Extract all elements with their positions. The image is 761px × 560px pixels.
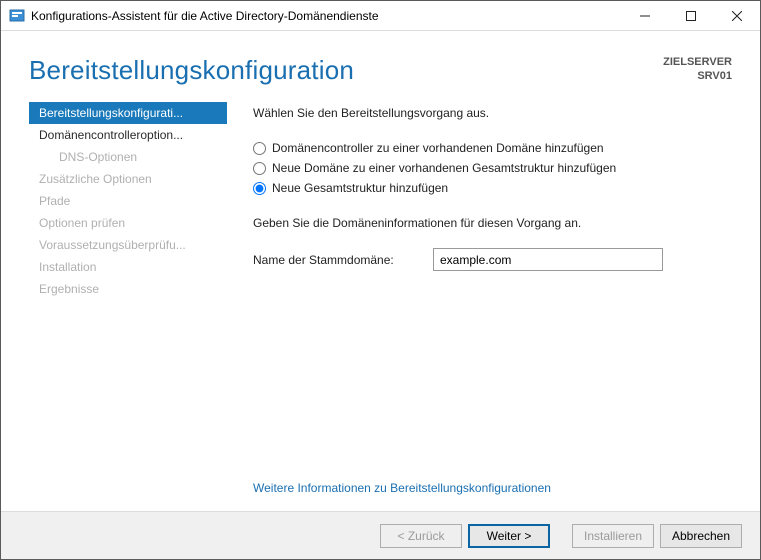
step-prereq-check: Voraussetzungsüberprüfu... <box>29 234 227 256</box>
select-operation-label: Wählen Sie den Bereitstellungsvorgang au… <box>253 106 732 120</box>
wizard-steps: Bereitstellungskonfigurati... Domänencon… <box>29 102 227 511</box>
back-button: < Zurück <box>380 524 462 548</box>
install-button: Installieren <box>572 524 654 548</box>
radio-label: Neue Domäne zu einer vorhandenen Gesamts… <box>272 161 616 175</box>
minimize-button[interactable] <box>622 1 668 31</box>
step-installation: Installation <box>29 256 227 278</box>
cancel-button[interactable]: Abbrechen <box>660 524 742 548</box>
step-paths: Pfade <box>29 190 227 212</box>
titlebar: Konfigurations-Assistent für die Active … <box>1 1 760 31</box>
page-header: Bereitstellungskonfiguration ZIELSERVER … <box>1 31 760 102</box>
target-server: ZIELSERVER SRV01 <box>663 55 732 84</box>
more-info-link[interactable]: Weitere Informationen zu Bereitstellungs… <box>253 481 732 495</box>
step-dc-options[interactable]: Domänencontrolleroption... <box>29 124 227 146</box>
radio-add-new-forest[interactable]: Neue Gesamtstruktur hinzufügen <box>253 178 732 198</box>
next-button[interactable]: Weiter > <box>468 524 550 548</box>
domain-info-label: Geben Sie die Domäneninformationen für d… <box>253 216 732 230</box>
root-domain-label: Name der Stammdomäne: <box>253 253 433 267</box>
radio-add-domain-existing-forest-input[interactable] <box>253 162 266 175</box>
target-server-name: SRV01 <box>663 69 732 83</box>
step-deployment-config[interactable]: Bereitstellungskonfigurati... <box>29 102 227 124</box>
content-pane: Wählen Sie den Bereitstellungsvorgang au… <box>227 102 732 511</box>
radio-label: Domänencontroller zu einer vorhandenen D… <box>272 141 604 155</box>
body: Bereitstellungskonfigurati... Domänencon… <box>1 102 760 511</box>
radio-add-domain-existing-forest[interactable]: Neue Domäne zu einer vorhandenen Gesamts… <box>253 158 732 178</box>
radio-label: Neue Gesamtstruktur hinzufügen <box>272 181 448 195</box>
step-results: Ergebnisse <box>29 278 227 300</box>
root-domain-row: Name der Stammdomäne: <box>253 248 732 271</box>
close-button[interactable] <box>714 1 760 31</box>
wizard-window: Konfigurations-Assistent für die Active … <box>0 0 761 560</box>
window-title: Konfigurations-Assistent für die Active … <box>31 9 379 23</box>
target-server-label: ZIELSERVER <box>663 55 732 69</box>
radio-add-dc-existing-domain-input[interactable] <box>253 142 266 155</box>
step-additional-options: Zusätzliche Optionen <box>29 168 227 190</box>
page-title: Bereitstellungskonfiguration <box>29 55 354 86</box>
step-dns-options: DNS-Optionen <box>29 146 227 168</box>
maximize-button[interactable] <box>668 1 714 31</box>
operation-radios: Domänencontroller zu einer vorhandenen D… <box>253 138 732 198</box>
app-icon <box>9 8 25 24</box>
root-domain-input[interactable] <box>433 248 663 271</box>
radio-add-new-forest-input[interactable] <box>253 182 266 195</box>
footer: < Zurück Weiter > Installieren Abbrechen <box>1 511 760 559</box>
step-review-options: Optionen prüfen <box>29 212 227 234</box>
radio-add-dc-existing-domain[interactable]: Domänencontroller zu einer vorhandenen D… <box>253 138 732 158</box>
